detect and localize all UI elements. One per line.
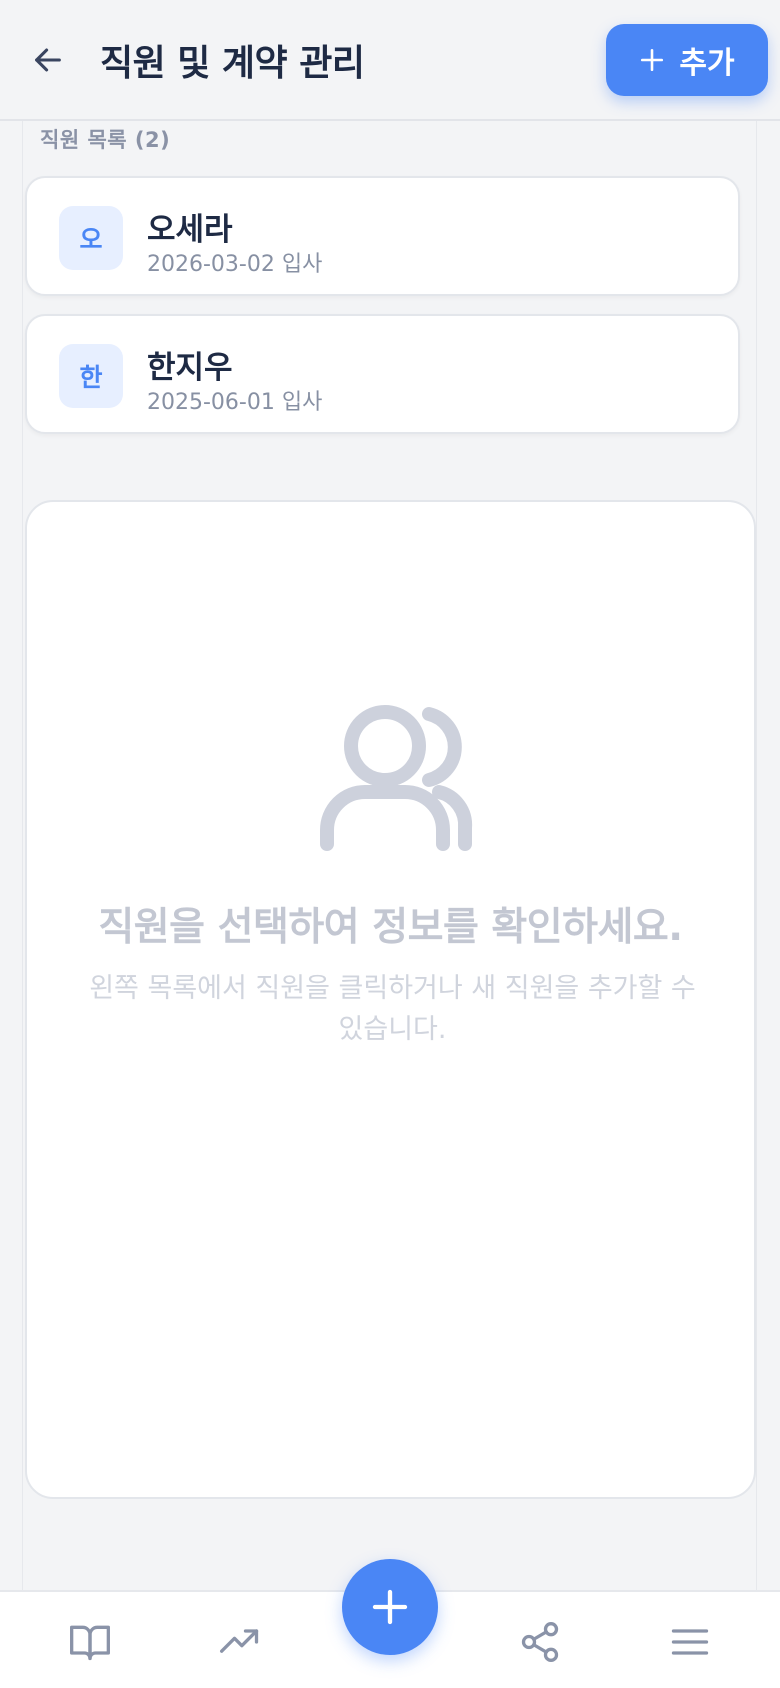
employee-name: 한지우 xyxy=(147,350,233,386)
nav-trends[interactable] xyxy=(210,1612,270,1672)
employee-list-heading: 직원 목록 (2) xyxy=(40,128,171,152)
book-open-icon xyxy=(70,1625,110,1661)
floating-add-button[interactable] xyxy=(342,1559,438,1655)
employee-name: 오세라 xyxy=(147,212,233,248)
share-icon xyxy=(521,1622,559,1662)
plus-icon xyxy=(641,48,664,72)
employee-join-date: 2025-06-01 입사 xyxy=(147,390,323,415)
avatar: 오 xyxy=(59,206,123,270)
arrow-left-icon xyxy=(35,48,61,72)
employee-card[interactable]: 한 한지우 2025-06-01 입사 xyxy=(25,314,740,434)
employee-card[interactable]: 오 오세라 2026-03-02 입사 xyxy=(25,176,740,296)
employee-join-date: 2026-03-02 입사 xyxy=(147,252,323,277)
trending-up-icon xyxy=(220,1629,259,1653)
top-header: 직원 및 계약 관리 추가 xyxy=(0,0,780,121)
plus-icon xyxy=(372,1589,408,1625)
add-employee-button[interactable]: 추가 xyxy=(606,24,768,96)
add-button-label: 추가 xyxy=(679,46,735,81)
nav-share[interactable] xyxy=(510,1612,570,1672)
employee-detail-panel: 직원을 선택하여 정보를 확인하세요. 왼쪽 목록에서 직원을 클릭하거나 새 … xyxy=(25,500,756,1499)
avatar: 한 xyxy=(59,344,123,408)
empty-state-title: 직원을 선택하여 정보를 확인하세요. xyxy=(98,905,683,950)
page-title: 직원 및 계약 관리 xyxy=(100,43,365,84)
users-icon xyxy=(320,705,473,851)
nav-book[interactable] xyxy=(60,1612,120,1672)
back-button[interactable] xyxy=(22,30,74,90)
empty-state-subtitle: 왼쪽 목록에서 직원을 클릭하거나 새 직원을 추가할 수 있습니다. xyxy=(89,973,696,1045)
menu-icon xyxy=(671,1629,709,1655)
nav-menu[interactable] xyxy=(660,1612,720,1672)
